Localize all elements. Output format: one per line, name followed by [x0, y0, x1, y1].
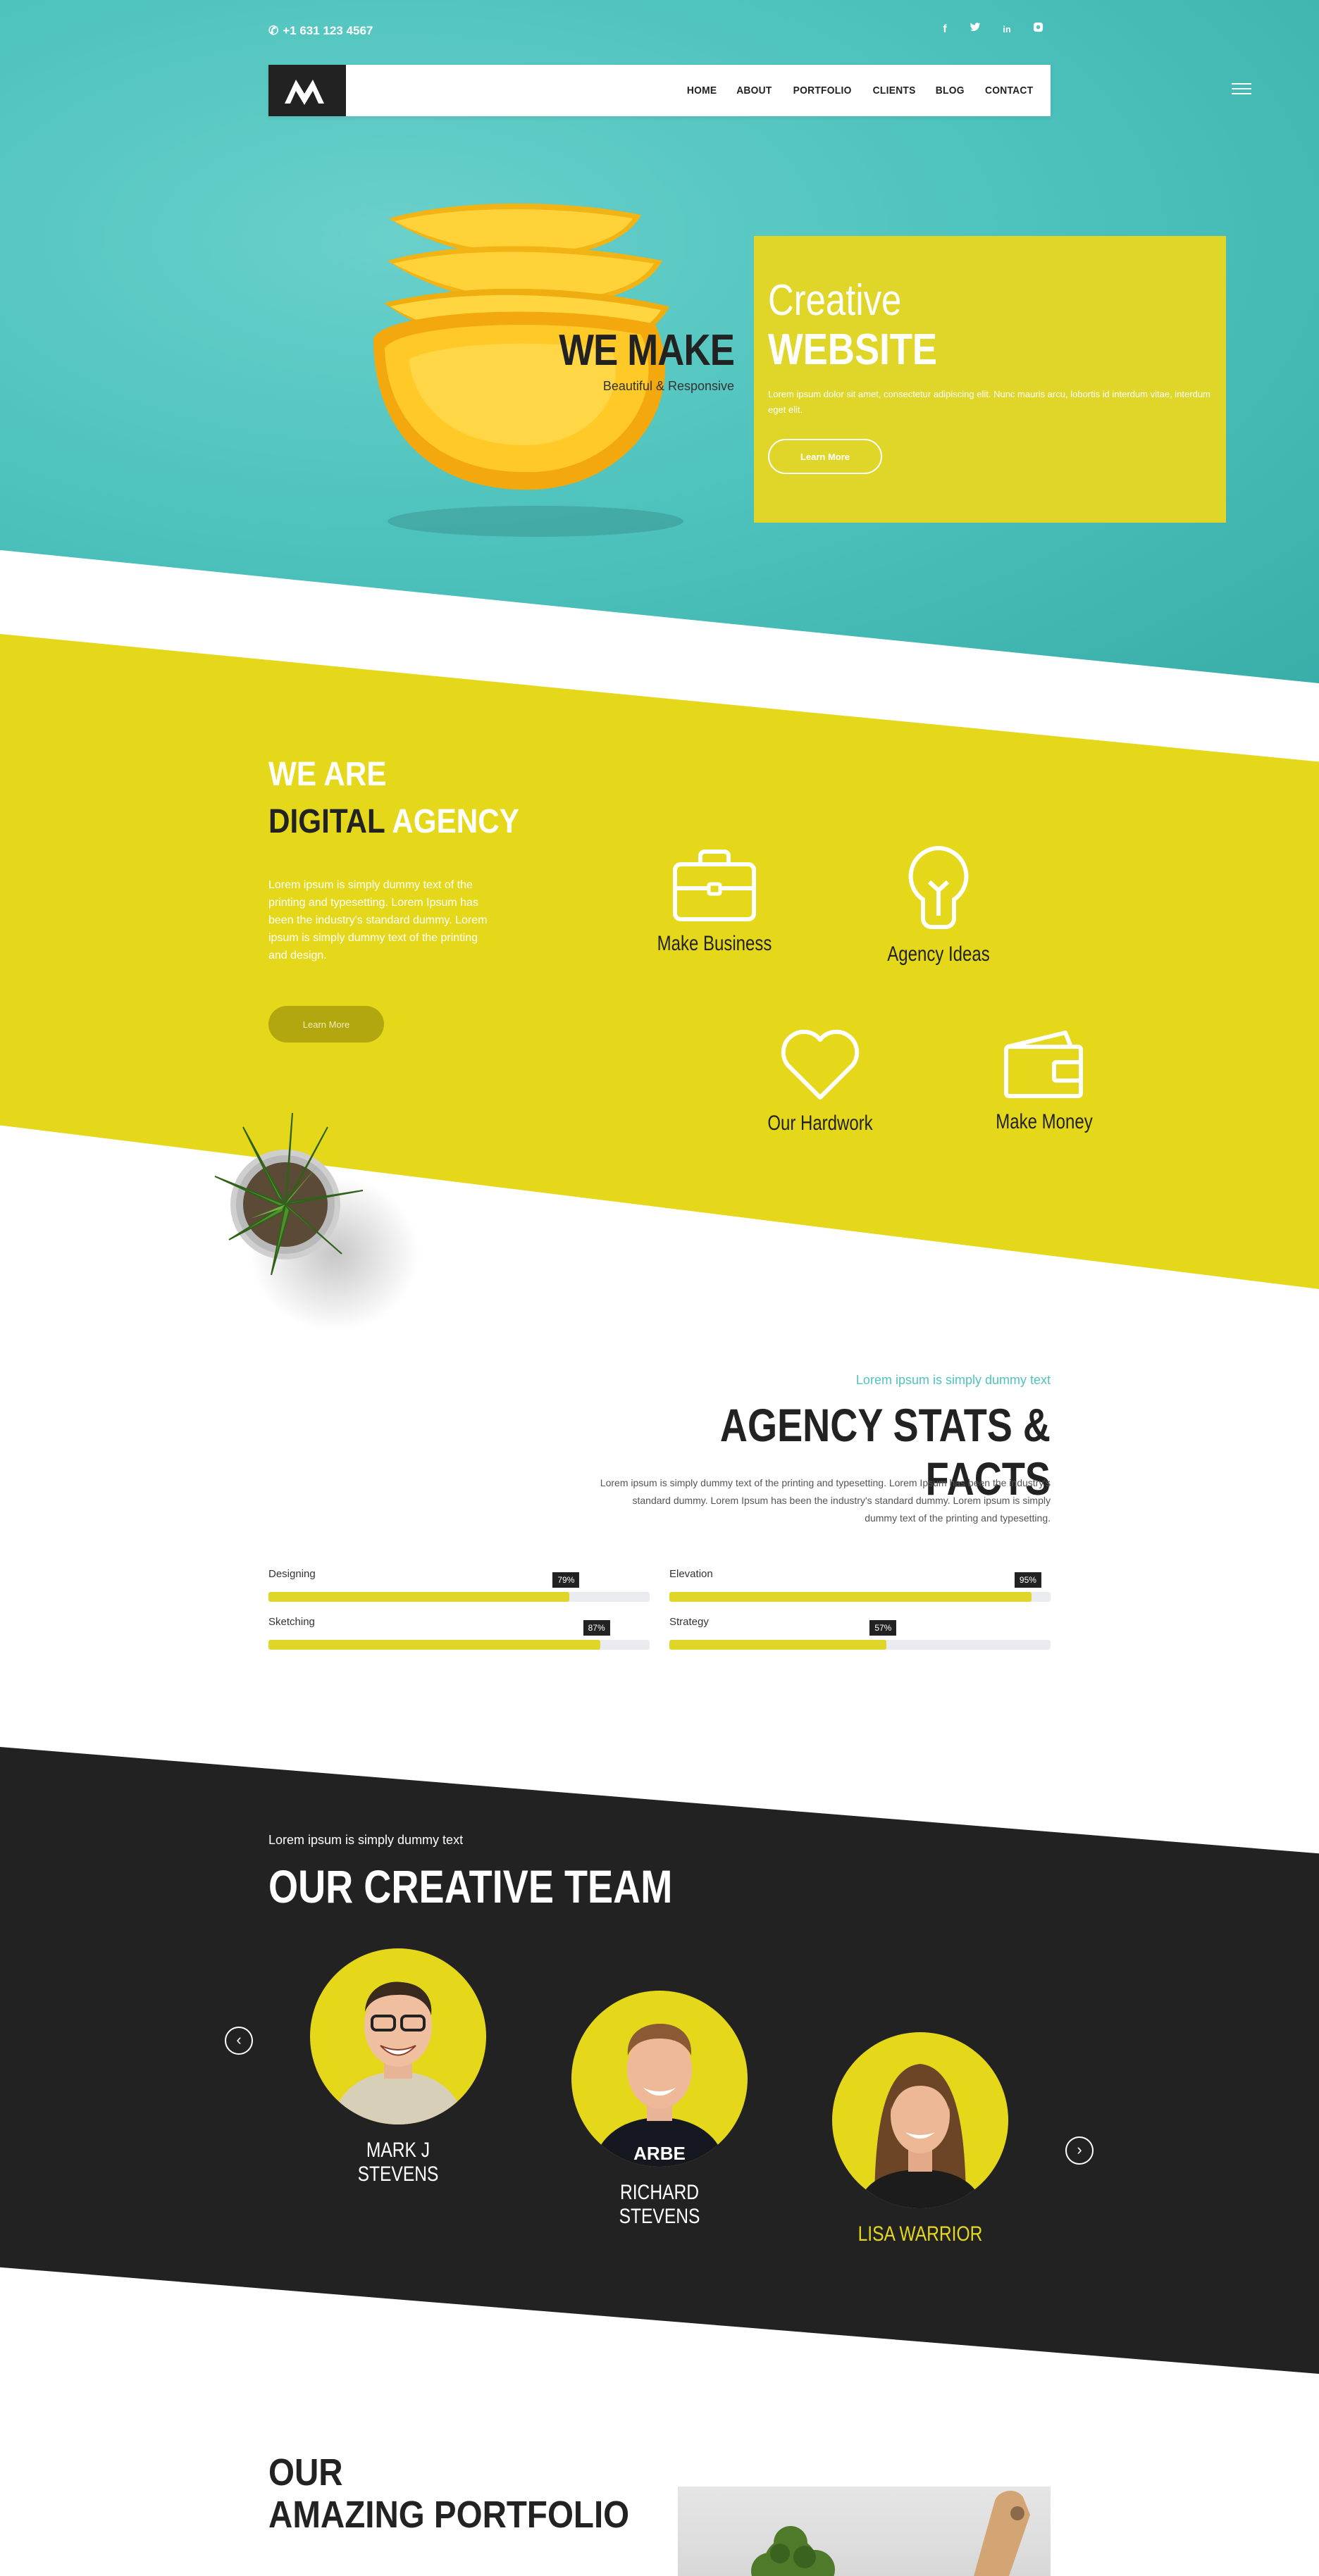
feature-label: Agency Ideas — [887, 942, 990, 966]
avatar — [310, 1948, 486, 2124]
nav-about[interactable]: ABOUT — [736, 85, 772, 97]
member-name: MARK J STEVENS — [357, 2139, 439, 2186]
hero-creative: Creative — [768, 276, 902, 325]
agency-agency: AGENCY — [392, 803, 519, 840]
member-name: RICHARD STEVENS — [619, 2181, 700, 2228]
svg-text:ARBE: ARBE — [633, 2143, 686, 2164]
skill-name: Strategy — [669, 1616, 709, 1628]
phone-number: +1 631 123 4567 — [283, 24, 373, 37]
carousel-prev-button[interactable]: ‹ — [225, 2027, 253, 2055]
avatar: ARBE — [571, 1991, 748, 2167]
agency-heading: DIGITAL AGENCY — [268, 799, 519, 845]
agency-we-are: WE ARE — [268, 756, 387, 793]
portfolio-image[interactable] — [678, 2487, 1051, 2576]
team-title: OUR CREATIVE TEAM — [268, 1860, 673, 1912]
skill-name: Designing — [268, 1568, 316, 1580]
succulent-plant-image — [214, 1112, 419, 1331]
phone-contact[interactable]: ✆ +1 631 123 4567 — [268, 24, 373, 38]
carousel-next-button[interactable]: › — [1065, 2136, 1094, 2165]
member-name: LISA WARRIOR — [857, 2222, 983, 2246]
skill-track — [268, 1592, 650, 1602]
logo[interactable] — [268, 65, 346, 116]
portfolio-heading-line1: OUR — [268, 2451, 343, 2494]
team-member-card[interactable]: MARK J STEVENS — [310, 1948, 486, 2186]
hamburger-menu-icon[interactable] — [1232, 83, 1251, 97]
nav-blog[interactable]: BLOG — [936, 85, 965, 97]
team-subtitle: Lorem ipsum is simply dummy text — [268, 1833, 464, 1847]
agency-section — [0, 634, 1319, 1289]
whatsapp-icon: ✆ — [268, 24, 279, 37]
skill-percent-badge: 79% — [552, 1572, 580, 1588]
hero-callout-box: Creative WEBSITE Lorem ipsum dolor sit a… — [754, 236, 1226, 523]
heart-icon — [781, 1029, 860, 1100]
skill-name: Sketching — [268, 1616, 315, 1628]
lightbulb-icon — [908, 845, 969, 929]
skill-designing: Designing 79% — [268, 1568, 650, 1610]
agency-description: Lorem ipsum is simply dummy text of the … — [268, 879, 488, 962]
skill-percent-badge: 87% — [583, 1620, 610, 1636]
linkedin-icon[interactable]: in — [998, 21, 1015, 38]
skill-sketching: Sketching 87% — [268, 1616, 650, 1658]
skill-fill — [268, 1592, 570, 1602]
feature-our-hardwork[interactable]: Our Hardwork — [736, 1028, 905, 1135]
skill-elevation: Elevation 95% — [669, 1568, 1051, 1610]
logo-mark-icon — [285, 79, 324, 105]
navbar: HOME ABOUT PORTFOLIO CLIENTS BLOG CONTAC… — [268, 65, 1051, 116]
skill-percent-badge: 57% — [869, 1620, 897, 1636]
briefcase-icon — [673, 850, 756, 921]
feature-label: Our Hardwork — [767, 1112, 873, 1135]
skill-track — [268, 1640, 650, 1650]
hero-learn-more-button[interactable]: Learn More — [768, 439, 882, 474]
page: { "header": { "phone": "+1 631 123 4567"… — [0, 0, 1319, 2576]
portfolio-heading-line2: AMAZING PORTFOLIO — [268, 2494, 630, 2536]
feature-label: Make Money — [996, 1110, 1093, 1133]
hero-tagline: Beautiful & Responsive — [602, 379, 734, 393]
instagram-icon[interactable] — [1029, 21, 1046, 38]
wallet-icon — [1004, 1031, 1083, 1098]
skill-strategy: Strategy 57% — [669, 1616, 1051, 1658]
feature-label: Make Business — [657, 932, 772, 955]
hero-description: Lorem ipsum dolor sit amet, consectetur … — [768, 389, 1210, 415]
nav-home[interactable]: HOME — [686, 85, 717, 97]
feature-make-business[interactable]: Make Business — [630, 849, 799, 956]
skill-fill — [669, 1592, 1032, 1602]
skill-fill — [669, 1640, 887, 1650]
hero-website: WEBSITE — [768, 325, 938, 374]
stats-subtitle: Lorem ipsum is simply dummy text — [855, 1373, 1051, 1387]
skill-track — [669, 1592, 1051, 1602]
skill-name: Elevation — [669, 1568, 713, 1580]
skill-percent-badge: 95% — [1014, 1572, 1041, 1588]
skill-track — [669, 1640, 1051, 1650]
skill-fill — [268, 1640, 600, 1650]
agency-digital: DIGITAL — [268, 803, 385, 840]
facebook-icon[interactable]: f — [936, 21, 953, 38]
hero-we-make: WE MAKE — [559, 326, 735, 375]
avatar — [832, 2032, 1008, 2208]
team-member-card[interactable]: LISA WARRIOR — [832, 2032, 1008, 2246]
feature-agency-ideas[interactable]: Agency Ideas — [854, 845, 1023, 966]
team-member-card[interactable]: ARBE RICHARD STEVENS — [571, 1991, 748, 2229]
nav-portfolio[interactable]: PORTFOLIO — [793, 85, 851, 97]
agency-learn-more-button[interactable]: Learn More — [268, 1006, 384, 1043]
feature-make-money[interactable]: Make Money — [960, 1030, 1129, 1134]
twitter-icon[interactable] — [967, 21, 984, 38]
main-menu: HOME ABOUT PORTFOLIO CLIENTS BLOG CONTAC… — [686, 65, 1035, 116]
stats-description: Lorem ipsum is simply dummy text of the … — [600, 1477, 1051, 1524]
nav-clients[interactable]: CLIENTS — [873, 85, 916, 97]
nav-contact[interactable]: CONTACT — [985, 85, 1033, 97]
